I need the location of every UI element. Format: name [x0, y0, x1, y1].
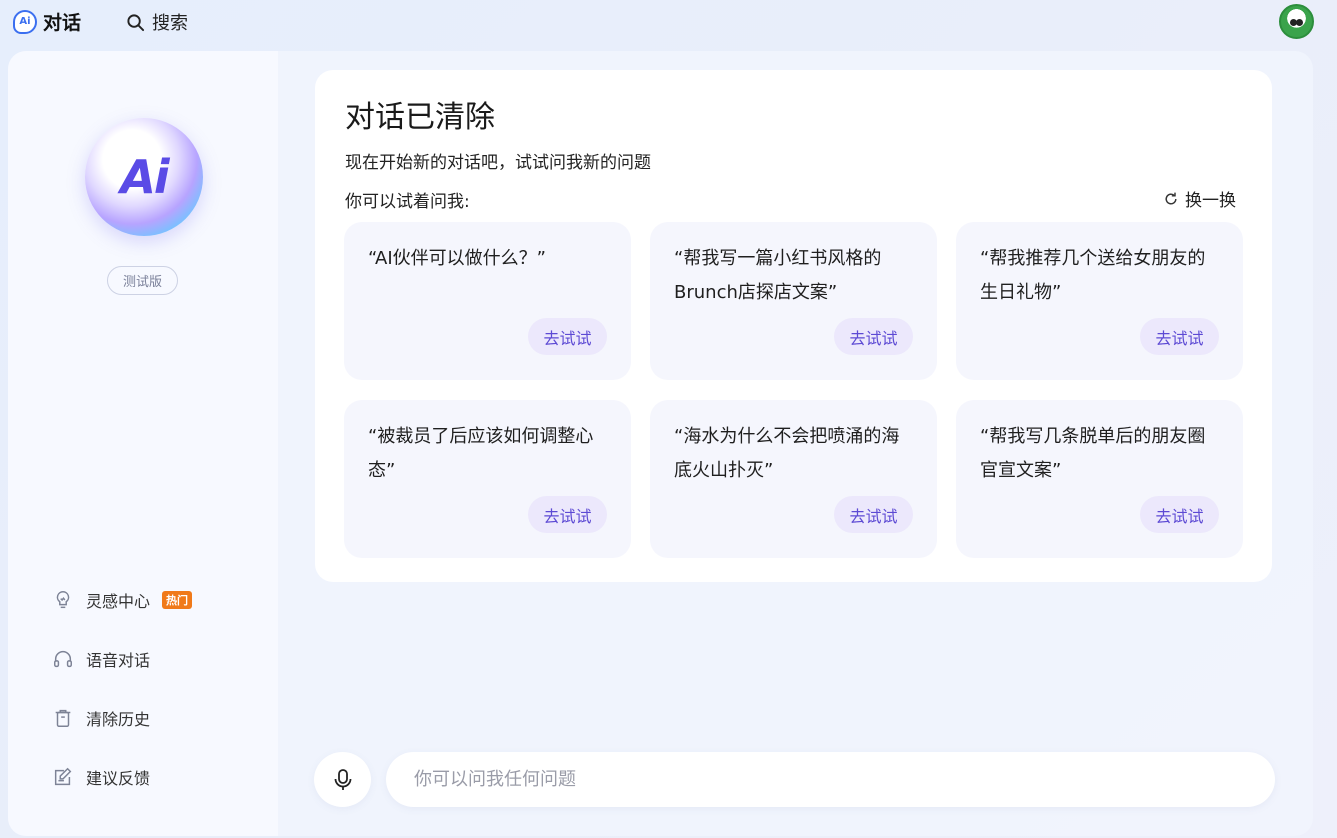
- try-button[interactable]: 去试试: [834, 496, 913, 533]
- headphones-icon: [52, 648, 74, 670]
- sidebar-item-inspiration[interactable]: 灵感中心 热门: [52, 586, 252, 614]
- suggestion-text: “帮我推荐几个送给女朋友的生日礼物”: [980, 248, 1206, 303]
- beta-badge: 测试版: [107, 266, 178, 295]
- hot-badge: 热门: [162, 591, 193, 609]
- chat-input[interactable]: [386, 752, 1275, 807]
- brand[interactable]: Ai 对话: [13, 8, 81, 35]
- ai-orb-logo: Ai: [85, 118, 203, 236]
- avatar-eye-icon: [1296, 19, 1303, 26]
- avatar[interactable]: [1279, 4, 1314, 39]
- sidebar-item-feedback[interactable]: 建议反馈: [52, 763, 252, 791]
- suggestion-card[interactable]: “被裁员了后应该如何调整心态” 去试试: [344, 400, 631, 558]
- sidebar-item-voice-chat[interactable]: 语音对话: [52, 645, 252, 673]
- sidebar-item-clear-history[interactable]: 清除历史: [52, 704, 252, 732]
- sidebar-item-label: 建议反馈: [86, 769, 151, 788]
- ai-chat-logo-icon: Ai: [13, 9, 37, 34]
- sidebar-item-label: 语音对话: [86, 651, 151, 670]
- suggestion-text: “海水为什么不会把喷涌的海底火山扑灭”: [674, 426, 900, 481]
- refresh-label: 换一换: [1185, 191, 1236, 211]
- suggestion-text: “帮我写几条脱单后的朋友圈官宣文案”: [980, 426, 1206, 481]
- trash-icon: [52, 707, 74, 729]
- sidebar-item-label: 清除历史: [86, 710, 151, 729]
- suggestion-text: “AI伙伴可以做什么？”: [368, 248, 546, 269]
- refresh-button[interactable]: 换一换: [1163, 186, 1236, 211]
- suggestion-text: “被裁员了后应该如何调整心态”: [368, 426, 594, 481]
- page-subtitle: 现在开始新的对话吧，试试问我新的问题: [345, 153, 651, 173]
- suggestion-card[interactable]: “帮我写一篇小红书风格的Brunch店探店文案” 去试试: [650, 222, 937, 380]
- app-title: 对话: [43, 12, 82, 34]
- top-bar: Ai 对话 搜索: [0, 0, 1337, 44]
- try-button[interactable]: 去试试: [1140, 496, 1219, 533]
- try-button[interactable]: 去试试: [528, 318, 607, 355]
- refresh-icon: [1165, 192, 1177, 204]
- search-button[interactable]: 搜索: [126, 9, 188, 35]
- search-label: 搜索: [152, 13, 188, 34]
- microphone-icon: [334, 768, 351, 790]
- suggestion-card[interactable]: “AI伙伴可以做什么？” 去试试: [344, 222, 631, 380]
- suggestion-card[interactable]: “海水为什么不会把喷涌的海底火山扑灭” 去试试: [650, 400, 937, 558]
- lightbulb-icon: [52, 589, 74, 611]
- page-title: 对话已清除: [345, 100, 495, 135]
- feedback-icon: [52, 766, 74, 788]
- try-button[interactable]: 去试试: [834, 318, 913, 355]
- suggestion-text: “帮我写一篇小红书风格的Brunch店探店文案”: [674, 248, 882, 303]
- cleared-conversation-card: 对话已清除 现在开始新的对话吧，试试问我新的问题 你可以试着问我: 换一换 “A…: [315, 70, 1272, 582]
- suggestion-hint: 你可以试着问我:: [345, 192, 470, 212]
- suggestion-card[interactable]: “帮我推荐几个送给女朋友的生日礼物” 去试试: [956, 222, 1243, 380]
- try-button[interactable]: 去试试: [528, 496, 607, 533]
- sidebar-item-label: 灵感中心: [86, 592, 151, 611]
- search-icon: [127, 13, 145, 31]
- suggestion-card[interactable]: “帮我写几条脱单后的朋友圈官宣文案” 去试试: [956, 400, 1243, 558]
- ai-orb-logo-text: Ai: [120, 150, 169, 204]
- voice-input-button[interactable]: [314, 752, 371, 807]
- try-button[interactable]: 去试试: [1140, 318, 1219, 355]
